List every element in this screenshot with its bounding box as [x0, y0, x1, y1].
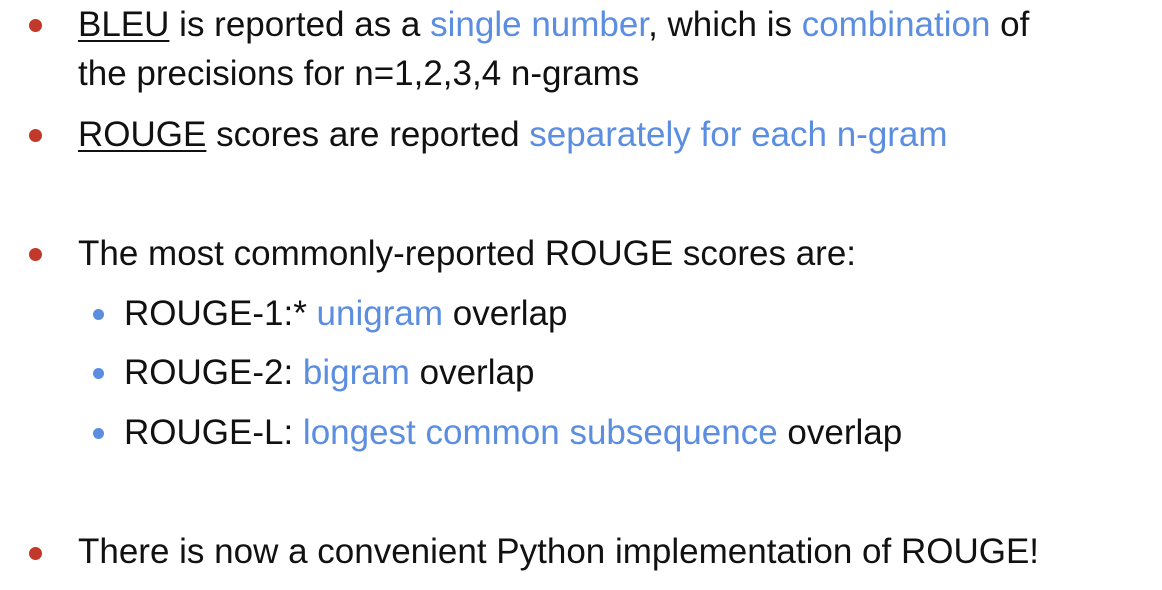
- bullet-marker: [29, 19, 42, 32]
- sub-item-rest: overlap: [777, 413, 903, 452]
- sub-item-highlight: bigram: [302, 353, 410, 392]
- sub-item-rest: overlap: [443, 294, 568, 333]
- sub-item-highlight: longest common subsequence: [302, 413, 778, 452]
- sub-item-rouge-1: ROUGE-1:* unigram overlap: [124, 290, 568, 338]
- sub-item-rouge-2: ROUGE-2: bigram overlap: [124, 349, 534, 397]
- sub-bullet-marker: [93, 428, 104, 439]
- bleu-term: BLEU: [78, 5, 170, 44]
- sub-bullet-marker: [93, 368, 104, 379]
- sub-item-rest: overlap: [409, 353, 535, 392]
- sub-item-label: ROUGE-1:*: [124, 294, 317, 333]
- sub-item-rouge-l: ROUGE-L: longest common subsequence over…: [124, 409, 902, 457]
- text-span: , which is: [648, 5, 802, 44]
- bullet-1-line-2: the precisions for n=1,2,3,4 n-grams: [78, 54, 640, 93]
- bullet-marker: [29, 129, 42, 142]
- bullet-1-line-1: BLEU is reported as a single number, whi…: [78, 1, 1029, 49]
- sub-item-label: ROUGE-L:: [124, 413, 303, 452]
- highlight-combination: combination: [801, 5, 991, 44]
- text-span: of: [990, 5, 1030, 44]
- bullet-3: The most commonly-reported ROUGE scores …: [78, 234, 857, 273]
- sub-bullet-marker: [93, 309, 104, 320]
- text-span: is reported as a: [169, 5, 431, 44]
- bullet-4: There is now a convenient Python impleme…: [78, 532, 1040, 571]
- bullet-marker: [29, 248, 42, 261]
- slide: BLEU is reported as a single number, whi…: [0, 0, 1162, 590]
- highlight-separately: separately for each n-gram: [529, 115, 948, 154]
- bullet-marker: [29, 547, 42, 560]
- sub-item-highlight: unigram: [316, 294, 443, 333]
- text-span: scores are reported: [206, 115, 530, 154]
- sub-item-label: ROUGE-2:: [124, 353, 303, 392]
- highlight-single-number: single number: [430, 5, 649, 44]
- bullet-2: ROUGE scores are reported separately for…: [78, 111, 948, 159]
- rouge-term: ROUGE: [78, 115, 207, 154]
